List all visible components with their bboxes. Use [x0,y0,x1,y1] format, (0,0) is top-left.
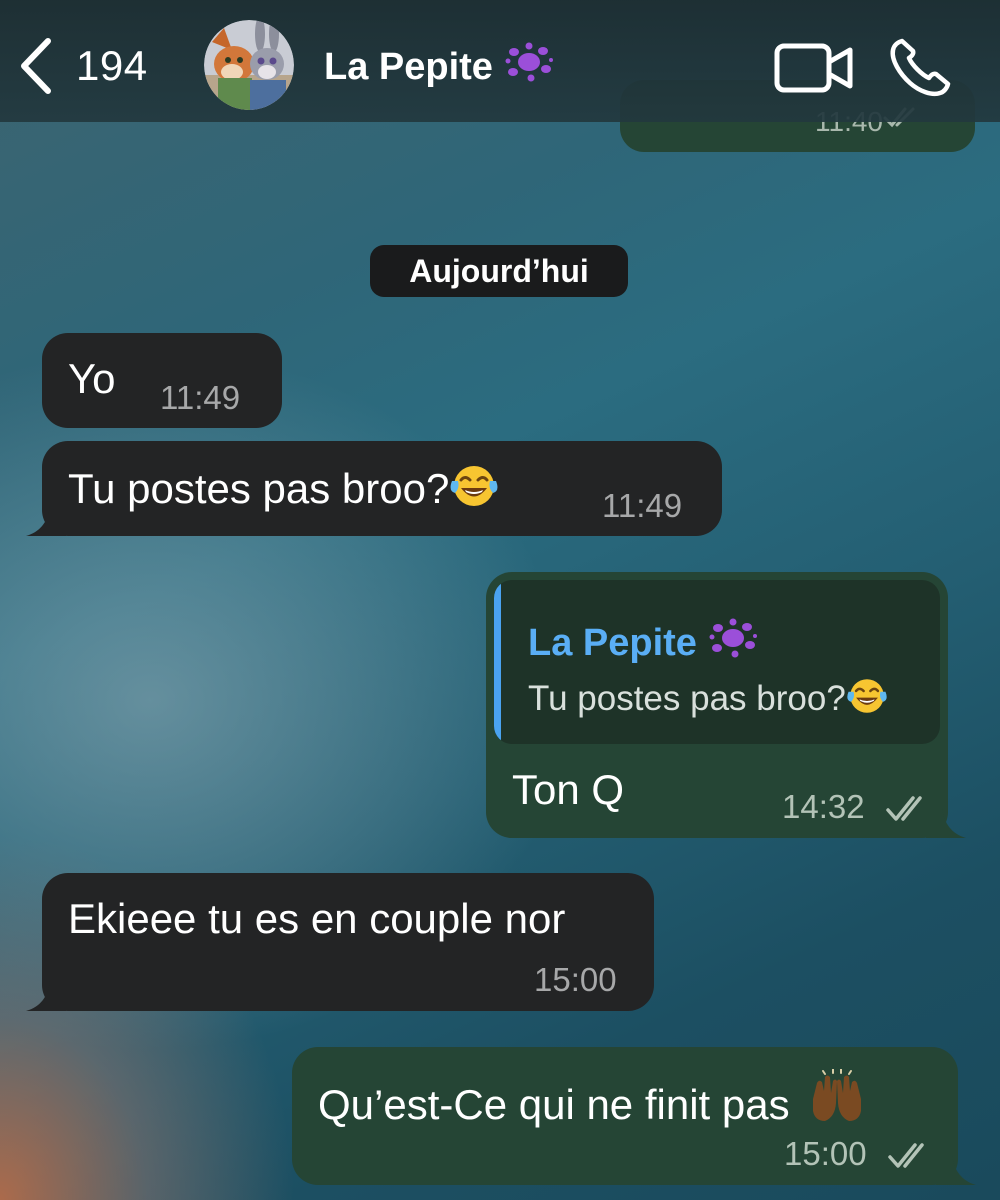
incoming-message-bubble[interactable]: Tu postes pas broo? 11:49 [26,441,722,536]
incoming-message-bubble[interactable]: Yo 11:49 [42,333,282,428]
contact-name-area[interactable]: La Pepite [324,42,553,92]
message-text: Yo [68,355,116,402]
face-with-tears-of-joy-emoji [846,676,888,725]
message-time: 15:00 [534,961,617,998]
bubble-tail [936,1155,976,1185]
video-call-button[interactable] [774,42,854,99]
message-time: 15:00 [784,1135,867,1172]
message-text-row: Tu postes pas broo? [68,463,499,519]
bubble-tail [26,981,66,1011]
double-check-icon [886,794,934,829]
double-check-icon [888,1141,936,1176]
chevron-left-icon [18,35,54,97]
quote-accent-bar [494,580,501,744]
voice-call-button[interactable] [888,36,954,103]
face-with-tears-of-joy-emoji [449,463,499,519]
message-text: Ton Q [512,766,625,813]
avatar[interactable] [204,20,294,110]
incoming-message-bubble[interactable]: Ekieee tu es en couple nor 15:00 [26,873,654,1011]
phone-icon [888,38,954,102]
quoted-text-row: Tu postes pas broo? [528,676,888,725]
message-time: 11:49 [602,487,683,524]
message-text: Qu’est-Ce qui ne finit pas [318,1081,790,1128]
quoted-text: Tu postes pas broo? [528,679,846,718]
quoted-author-row: La Pepite [528,618,757,668]
back-button[interactable]: 194 [18,34,148,98]
bubble-tail [26,506,66,536]
outgoing-message-bubble[interactable]: Qu’est-Ce qui ne finit pas 15:00 [292,1047,976,1185]
message-text-row: Qu’est-Ce qui ne finit pas [318,1068,867,1135]
outgoing-message-bubble[interactable]: La Pepite Tu postes pas broo? Ton Q 14:3… [486,572,966,838]
video-camera-icon [774,43,854,98]
purple-splat-icon [709,618,757,668]
message-text: Ekieee tu es en couple nor [68,895,566,942]
quoted-message[interactable]: La Pepite Tu postes pas broo? [494,580,940,744]
message-time: 11:49 [160,379,241,416]
raising-hands-emoji [807,1068,867,1135]
contact-name: La Pepite [324,45,493,88]
unread-count: 194 [76,42,148,89]
quoted-author: La Pepite [528,621,697,664]
purple-splat-icon [505,42,553,92]
chat-header: 194 La Pepite [0,0,1000,122]
date-separator: Aujourd’hui [370,245,628,297]
message-time: 14:32 [782,788,865,825]
message-text: Tu postes pas broo? [68,465,450,512]
